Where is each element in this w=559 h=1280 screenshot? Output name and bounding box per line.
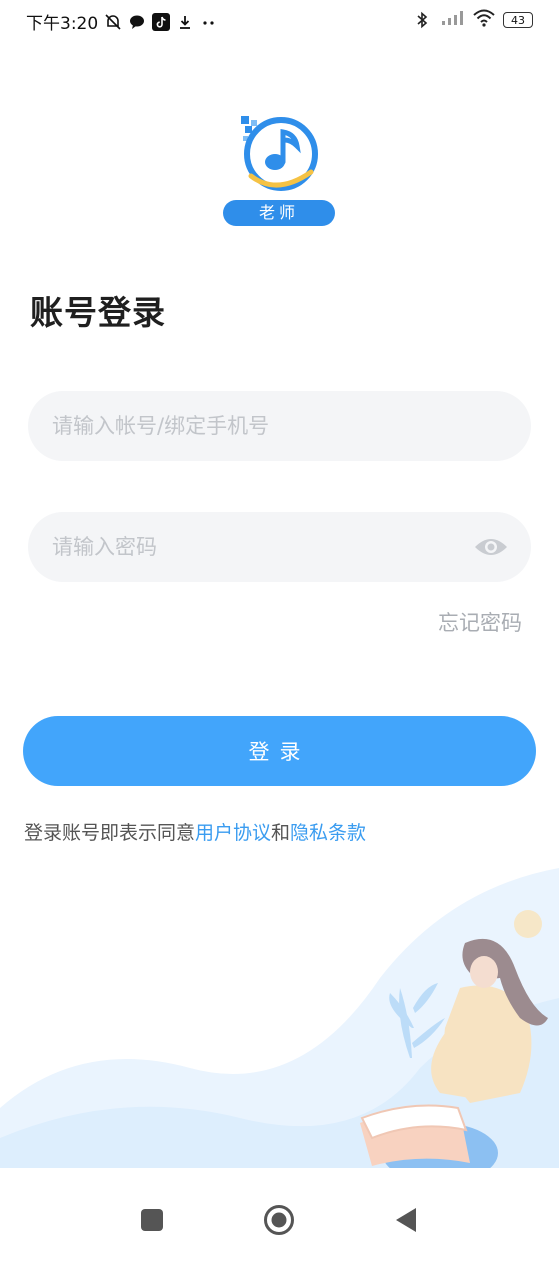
account-input[interactable]: [52, 391, 472, 461]
teacher-badge: 老师: [223, 200, 335, 226]
status-bar: 下午3:20 43: [0, 0, 559, 42]
user-agreement-link[interactable]: 用户协议: [195, 822, 271, 844]
home-icon[interactable]: [257, 1198, 301, 1242]
signal-icon: [441, 10, 465, 30]
music-note-logo-icon: [241, 116, 318, 191]
app-logo: 老师: [219, 112, 339, 230]
status-right: 43: [415, 9, 533, 31]
muted-bell-icon: [104, 13, 122, 31]
agreement-and: 和: [271, 822, 291, 844]
battery-indicator: 43: [503, 12, 533, 28]
privacy-policy-link[interactable]: 隐私条款: [290, 822, 366, 844]
status-time: 下午3:20: [26, 14, 99, 34]
page-title: 账号登录: [30, 293, 166, 332]
login-button[interactable]: 登录: [23, 716, 536, 786]
bluetooth-icon: [415, 11, 433, 29]
password-field[interactable]: [28, 512, 531, 582]
wifi-icon: [473, 9, 495, 31]
agreement-prefix: 登录账号即表示同意: [24, 822, 196, 844]
status-left: 下午3:20: [26, 9, 218, 34]
back-icon[interactable]: [384, 1198, 428, 1242]
account-field[interactable]: [28, 391, 531, 461]
agreement-text: 登录账号即表示同意用户协议和隐私条款: [24, 818, 366, 845]
download-icon: [176, 13, 194, 31]
recent-apps-icon[interactable]: [130, 1198, 174, 1242]
reading-girl-illustration: [0, 868, 559, 1168]
password-input[interactable]: [52, 512, 472, 582]
tiktok-icon: [152, 12, 171, 31]
forgot-password-link[interactable]: 忘记密码: [438, 607, 522, 637]
system-nav-bar: [0, 1168, 559, 1280]
chat-bubble-icon: [128, 13, 146, 31]
show-password-eye-icon[interactable]: [473, 534, 509, 560]
more-notifications-icon: [200, 13, 218, 31]
